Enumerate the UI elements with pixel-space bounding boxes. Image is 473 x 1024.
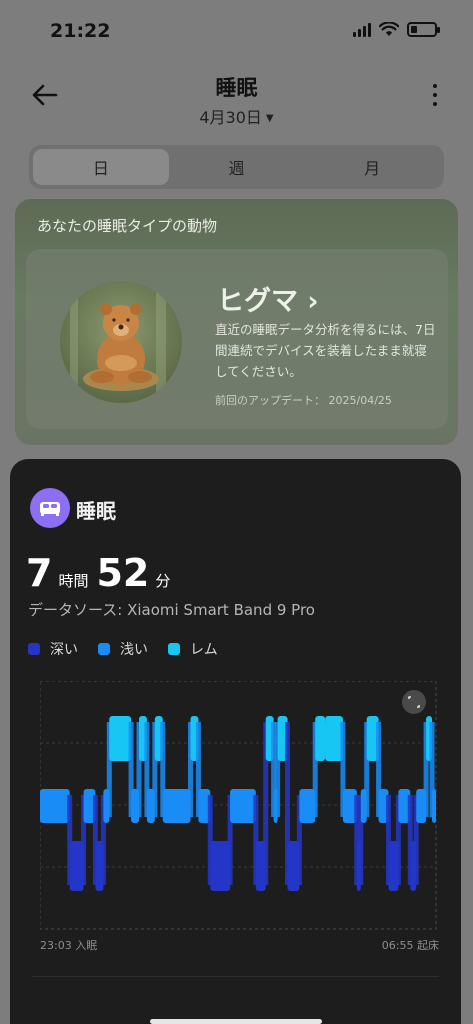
- period-tabs: 日 週 月: [29, 145, 444, 189]
- chart-legend: 深い 浅い レム: [28, 639, 218, 659]
- animal-card-heading: あなたの睡眠タイプの動物: [37, 217, 218, 235]
- status-time: 21:22: [50, 20, 111, 42]
- tab-day[interactable]: 日: [33, 149, 169, 185]
- sleep-segment: [230, 789, 256, 823]
- duration-hours: 7: [26, 551, 53, 595]
- tab-week[interactable]: 週: [169, 149, 305, 185]
- caret-down-icon: ▼: [265, 113, 274, 124]
- divider: [32, 976, 439, 977]
- sleep-animal-card[interactable]: あなたの睡眠タイプの動物 ヒグマ › 直近の睡眠データ分析を得るには、7日間連続…: [15, 199, 458, 445]
- sleep-duration: 7 時間 52 分: [26, 551, 178, 595]
- expand-chart-icon[interactable]: [402, 690, 426, 714]
- legend-deep: 深い: [28, 639, 78, 659]
- sleep-segment: [40, 789, 70, 823]
- bear-illustration: [60, 281, 182, 403]
- date-label: 4月30日: [199, 108, 262, 127]
- status-icons: [353, 22, 440, 37]
- animal-name-link[interactable]: ヒグマ ›: [217, 279, 319, 318]
- tab-month[interactable]: 月: [304, 149, 440, 185]
- legend-rem: レム: [168, 639, 218, 659]
- duration-minutes: 52: [96, 551, 150, 595]
- page-title: 睡眠: [215, 76, 258, 100]
- animal-description: 直近の睡眠データ分析を得るには、7日間連続でデバイスを装着したまま就寝してくださ…: [215, 322, 436, 379]
- header: 睡眠 4月30日 ▼: [0, 66, 473, 136]
- home-indicator: [150, 1019, 322, 1024]
- chart-start-label: 23:03 入眠: [40, 939, 98, 952]
- wifi-icon: [379, 22, 399, 36]
- duration-hours-unit: 時間: [58, 572, 89, 590]
- status-bar: 21:22: [0, 0, 473, 60]
- sleep-card-title: 睡眠: [76, 499, 116, 523]
- legend-light: 浅い: [98, 639, 148, 659]
- bed-icon: [30, 488, 70, 528]
- duration-minutes-unit: 分: [155, 572, 171, 590]
- sleep-segment: [162, 789, 191, 823]
- battery-icon: [407, 22, 440, 37]
- sleep-card: 睡眠 7 時間 52 分 データソース: Xiaomi Smart Band 9…: [10, 459, 461, 1024]
- data-source: データソース: Xiaomi Smart Band 9 Pro: [28, 601, 315, 619]
- sleep-segment: [325, 716, 343, 761]
- sleep-segment: [109, 716, 132, 761]
- date-selector[interactable]: 4月30日 ▼: [0, 104, 473, 128]
- cellular-signal-icon: [353, 22, 371, 37]
- more-options-icon[interactable]: [431, 84, 439, 106]
- sleep-segment: [432, 789, 436, 823]
- sleep-segment: [210, 841, 231, 891]
- sleep-stage-chart[interactable]: [40, 681, 438, 931]
- animal-last-updated: 前回のアップデート： 2025/04/25: [215, 394, 392, 407]
- chart-end-label: 06:55 起床: [381, 939, 439, 952]
